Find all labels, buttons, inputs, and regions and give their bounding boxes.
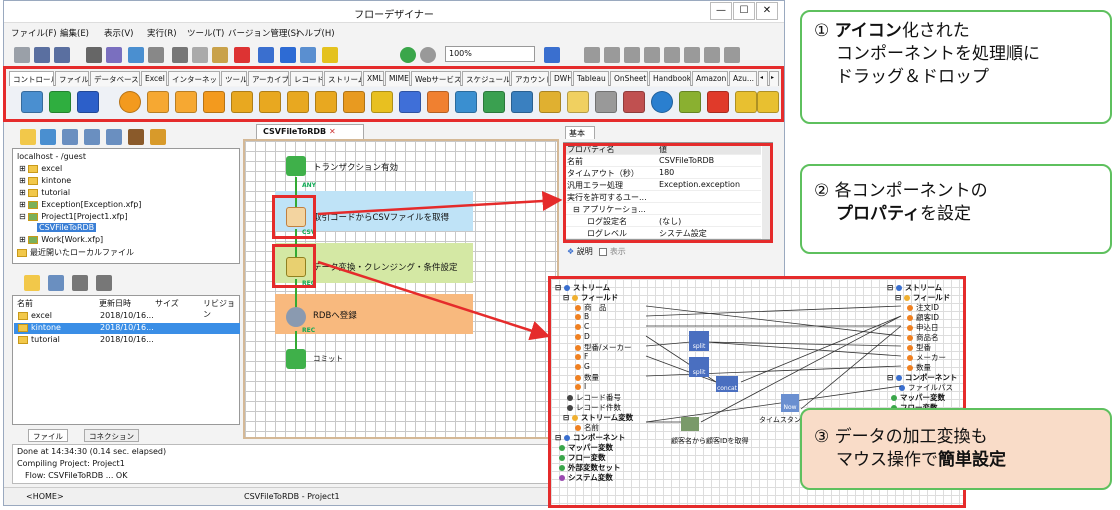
now-function-icon[interactable]: Now bbox=[781, 394, 799, 412]
arrow-to-mapper bbox=[317, 260, 551, 341]
lookup-note: 顧客名から顧客IDを取得 bbox=[671, 437, 749, 445]
arrow-to-props bbox=[317, 191, 563, 216]
callout-1: ① アイコン化された コンポーネントを処理順に ドラッグ＆ドロップ bbox=[800, 10, 1112, 124]
split-function-icon[interactable]: split bbox=[689, 331, 709, 351]
split-function-icon[interactable]: split bbox=[689, 357, 709, 377]
callout-2: ② 各コンポーネントの プロパティを設定 bbox=[800, 164, 1112, 254]
concat-function-icon[interactable]: concat bbox=[716, 376, 738, 392]
callout-3: ③ データの加工変換も マウス操作で簡単設定 bbox=[800, 408, 1112, 490]
lookup-function-icon[interactable] bbox=[681, 417, 699, 431]
